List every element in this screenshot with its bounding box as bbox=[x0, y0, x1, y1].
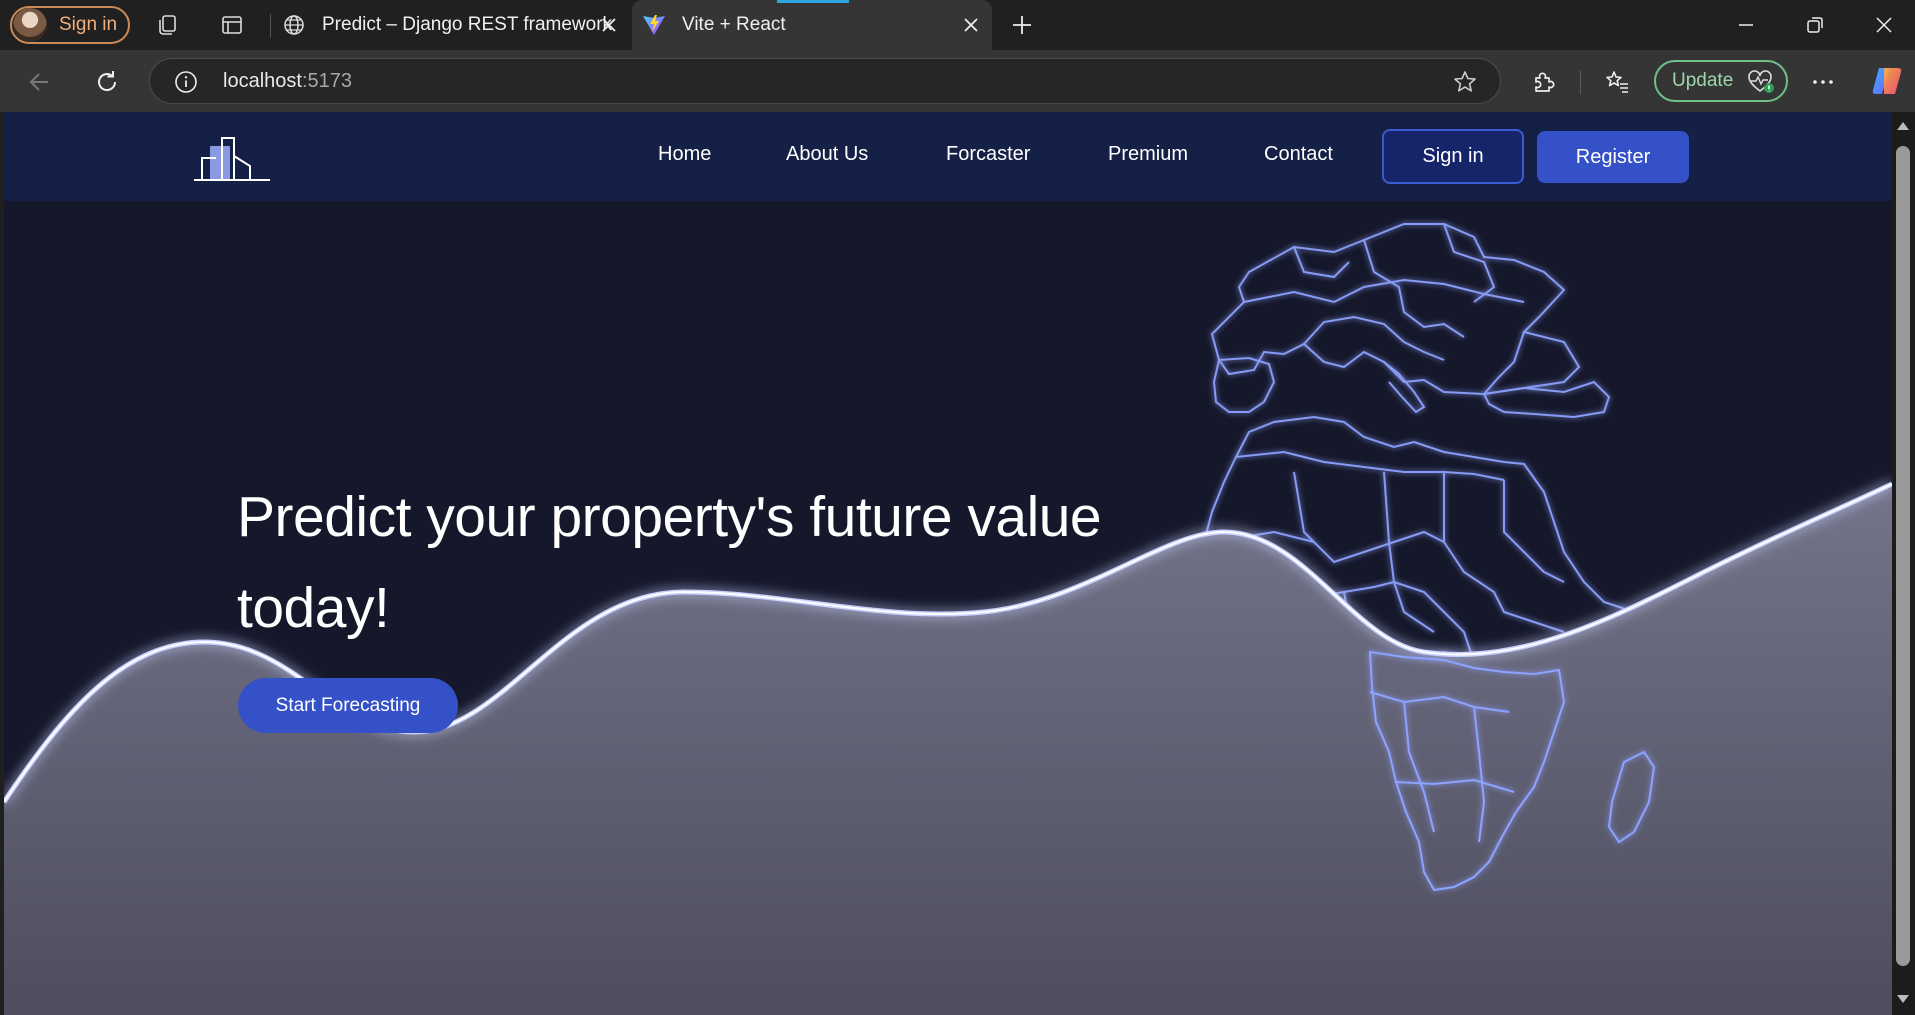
close-tab-icon[interactable] bbox=[600, 16, 618, 34]
profile-label: Sign in bbox=[59, 14, 118, 35]
site-navbar: Home About Us Forcaster Premium Contact … bbox=[4, 112, 1892, 201]
vite-icon bbox=[643, 15, 665, 35]
more-options-icon[interactable] bbox=[1809, 68, 1837, 96]
tab-title: Predict – Django REST framework bbox=[322, 14, 613, 35]
toolbar-separator bbox=[1580, 70, 1581, 94]
favorites-icon[interactable] bbox=[1603, 68, 1631, 96]
site-info-icon[interactable] bbox=[174, 70, 198, 94]
address-bar[interactable]: localhost:5173 bbox=[149, 58, 1501, 104]
restore-icon[interactable] bbox=[1803, 13, 1827, 37]
page-viewport: Home About Us Forcaster Premium Contact … bbox=[4, 112, 1892, 1015]
register-button[interactable]: Register bbox=[1537, 131, 1689, 183]
update-button[interactable]: Update bbox=[1654, 60, 1788, 102]
avatar bbox=[13, 8, 47, 42]
globe-icon bbox=[284, 15, 304, 35]
hero-title-line1: Predict your property's future value bbox=[237, 485, 1102, 549]
favorite-star-icon[interactable] bbox=[1452, 69, 1478, 95]
building-logo-icon[interactable] bbox=[192, 132, 272, 184]
nav-link-forcaster[interactable]: Forcaster bbox=[946, 143, 1030, 166]
nav-link-contact[interactable]: Contact bbox=[1264, 143, 1333, 166]
tab-vite-react[interactable]: Vite + React bbox=[632, 0, 992, 50]
browser-toolbar: localhost:5173 Update bbox=[0, 50, 1915, 112]
workspaces-icon[interactable] bbox=[156, 13, 180, 37]
start-forecasting-button[interactable]: Start Forecasting bbox=[238, 678, 458, 733]
browser-tab-bar: Sign in Predict – Django REST framework bbox=[0, 0, 1915, 50]
url-text: localhost:5173 bbox=[223, 70, 352, 93]
tab-title: Vite + React bbox=[682, 14, 786, 35]
nav-link-premium[interactable]: Premium bbox=[1108, 143, 1188, 166]
close-tab-icon[interactable] bbox=[962, 16, 980, 34]
nav-link-home[interactable]: Home bbox=[658, 143, 711, 166]
scroll-up-arrow-icon[interactable] bbox=[1897, 122, 1909, 130]
url-port: :5173 bbox=[301, 70, 352, 92]
update-label: Update bbox=[1672, 70, 1734, 91]
page-scrollbar[interactable] bbox=[1892, 112, 1915, 1015]
tab-loading-indicator bbox=[777, 0, 849, 3]
scroll-down-arrow-icon[interactable] bbox=[1897, 995, 1909, 1003]
nav-link-about-us[interactable]: About Us bbox=[786, 143, 868, 166]
refresh-icon[interactable] bbox=[93, 68, 121, 96]
health-heart-icon bbox=[1748, 70, 1774, 93]
scrollbar-thumb[interactable] bbox=[1896, 146, 1910, 966]
hero-title: Predict your property's future value tod… bbox=[237, 472, 1137, 654]
minimize-icon[interactable] bbox=[1734, 13, 1758, 37]
close-window-icon[interactable] bbox=[1872, 13, 1896, 37]
new-tab-icon[interactable] bbox=[1010, 13, 1034, 37]
tab-separator bbox=[270, 14, 271, 38]
tab-predict[interactable]: Predict – Django REST framework bbox=[272, 0, 630, 50]
back-arrow-icon[interactable] bbox=[26, 68, 54, 96]
hero-title-line2: today! bbox=[237, 576, 390, 640]
tab-actions-icon[interactable] bbox=[220, 13, 244, 37]
extensions-icon[interactable] bbox=[1530, 68, 1558, 96]
url-host: localhost bbox=[223, 70, 302, 92]
sign-in-button[interactable]: Sign in bbox=[1382, 129, 1524, 184]
copilot-icon[interactable] bbox=[1870, 64, 1904, 98]
profile-button[interactable]: Sign in bbox=[10, 6, 130, 44]
